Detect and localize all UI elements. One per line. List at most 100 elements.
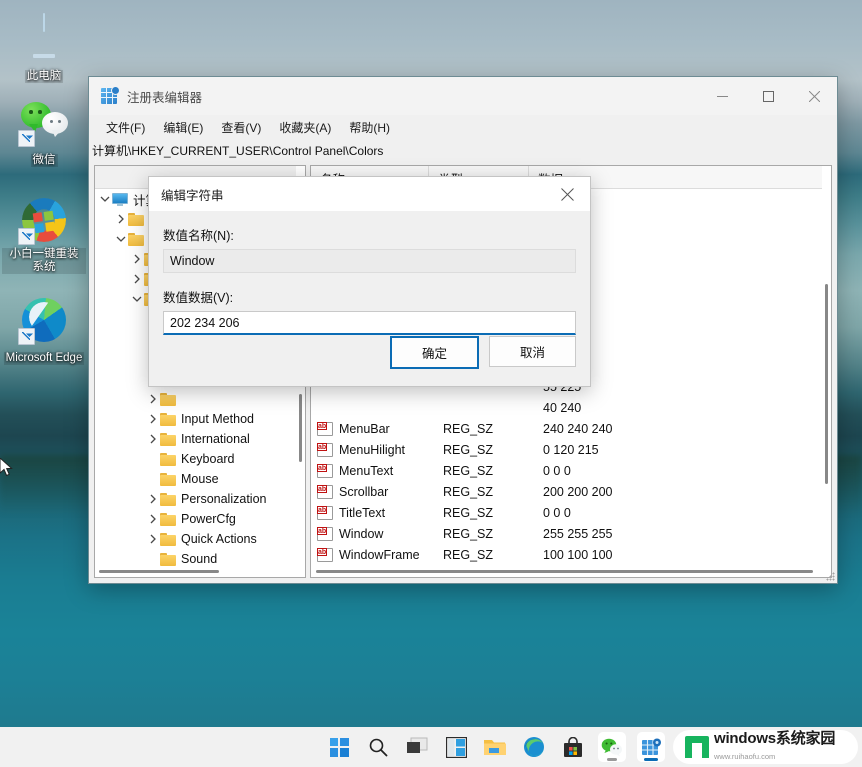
taskbar-item-task-view[interactable] bbox=[403, 732, 431, 762]
taskbar-item-wechat[interactable] bbox=[598, 732, 626, 762]
chevron-right-icon[interactable] bbox=[146, 534, 160, 544]
cancel-button[interactable]: 取消 bbox=[489, 336, 576, 367]
edge-icon bbox=[20, 296, 68, 344]
tree-node[interactable]: Quick Actions bbox=[95, 529, 296, 549]
maximize-button[interactable] bbox=[745, 77, 791, 115]
tree-node[interactable]: Keyboard bbox=[95, 449, 296, 469]
chevron-right-icon[interactable] bbox=[146, 494, 160, 504]
cell-data: 0 0 0 bbox=[543, 464, 831, 478]
mouse-cursor bbox=[0, 458, 13, 478]
chevron-right-icon[interactable] bbox=[146, 514, 160, 524]
list-horizontal-scrollbar[interactable] bbox=[311, 566, 831, 577]
desktop-icon-label: 此电脑 bbox=[25, 70, 64, 83]
ok-button[interactable]: 确定 bbox=[390, 336, 479, 369]
window-controls bbox=[699, 77, 837, 115]
minimize-button[interactable] bbox=[699, 77, 745, 115]
tree-node[interactable]: Mouse bbox=[95, 469, 296, 489]
taskbar-item-start[interactable] bbox=[325, 732, 353, 762]
chevron-down-icon[interactable] bbox=[98, 194, 112, 204]
running-indicator bbox=[607, 758, 617, 761]
desktop-icon-wechat[interactable]: 微信 bbox=[2, 98, 86, 168]
chevron-right-icon[interactable] bbox=[114, 214, 128, 224]
table-row[interactable]: ScrollbarREG_SZ200 200 200 bbox=[311, 481, 831, 502]
tree-node[interactable]: Input Method bbox=[95, 409, 296, 429]
cell-name: MenuText bbox=[339, 464, 443, 478]
taskbar-item-search[interactable] bbox=[364, 732, 392, 762]
cell-data: 0 120 215 bbox=[543, 443, 831, 457]
dialog-body: 数值名称(N): Window 数值数据(V): 202 234 206 bbox=[149, 211, 590, 335]
desktop-icon-xiaobai[interactable]: 小白一键重装系统 bbox=[2, 196, 86, 275]
cell-data: 0 0 0 bbox=[543, 506, 831, 520]
dialog-close-button[interactable] bbox=[545, 177, 590, 211]
dialog-buttons: 确定 取消 bbox=[390, 336, 576, 369]
table-row[interactable]: MenuHilightREG_SZ0 120 215 bbox=[311, 440, 831, 461]
close-button[interactable] bbox=[791, 77, 837, 115]
tree-node[interactable]: Personalization bbox=[95, 489, 296, 509]
watermark-url: www.ruihaofu.com bbox=[714, 752, 775, 761]
table-row[interactable]: MenuTextREG_SZ0 0 0 bbox=[311, 461, 831, 482]
tree-node[interactable]: International bbox=[95, 429, 296, 449]
tree-node-label: Input Method bbox=[181, 412, 254, 426]
cell-type: REG_SZ bbox=[443, 485, 543, 499]
table-row[interactable]: 40 240 bbox=[311, 398, 831, 419]
tree-node[interactable]: Sound bbox=[95, 549, 296, 566]
chevron-right-icon[interactable] bbox=[146, 434, 160, 444]
cell-type: REG_SZ bbox=[443, 422, 543, 436]
desktop-icon-edge[interactable]: Microsoft Edge bbox=[2, 296, 86, 366]
menu-item-edit[interactable]: 编辑(E) bbox=[154, 116, 212, 139]
tree-scroll-thumb[interactable] bbox=[299, 394, 302, 462]
tree-horizontal-scrollbar[interactable] bbox=[95, 566, 305, 577]
list-scroll-thumb[interactable] bbox=[825, 284, 828, 484]
taskbar-item-widgets[interactable] bbox=[442, 732, 470, 762]
chevron-down-icon[interactable] bbox=[114, 234, 128, 244]
cell-data: 100 100 100 bbox=[543, 548, 831, 562]
value-name-input[interactable]: Window bbox=[163, 249, 576, 273]
table-row[interactable]: TitleTextREG_SZ0 0 0 bbox=[311, 502, 831, 523]
menu-item-favorites[interactable]: 收藏夹(A) bbox=[270, 116, 340, 139]
address-bar[interactable]: 计算机\HKEY_CURRENT_USER\Control Panel\Colo… bbox=[89, 139, 837, 161]
taskbar-item-edge[interactable] bbox=[520, 732, 548, 762]
taskbar-item-file-explorer[interactable] bbox=[481, 732, 509, 762]
desktop-icon-this-pc[interactable]: 此电脑 bbox=[2, 14, 86, 84]
resize-grip[interactable] bbox=[826, 572, 835, 581]
menu-item-help[interactable]: 帮助(H) bbox=[340, 116, 399, 139]
search-icon bbox=[368, 737, 388, 757]
table-row[interactable]: WindowREG_SZ255 255 255 bbox=[311, 523, 831, 544]
chevron-right-icon[interactable] bbox=[130, 274, 144, 284]
watermark-title: windows系统家园 bbox=[714, 730, 835, 747]
value-data-input[interactable]: 202 234 206 bbox=[163, 311, 576, 335]
taskbar-item-microsoft-store[interactable] bbox=[559, 732, 587, 762]
taskbar-items bbox=[0, 727, 665, 767]
folder-icon bbox=[160, 413, 176, 426]
menu-item-file[interactable]: 文件(F) bbox=[97, 116, 154, 139]
folder-icon bbox=[128, 233, 144, 246]
table-row[interactable]: MenuBarREG_SZ240 240 240 bbox=[311, 419, 831, 440]
desktop-icon-label: Microsoft Edge bbox=[4, 352, 85, 365]
dialog-title: 编辑字符串 bbox=[161, 185, 224, 204]
tree-hscroll-thumb[interactable] bbox=[99, 570, 219, 573]
cell-data: 255 255 255 bbox=[543, 527, 831, 541]
chevron-right-icon[interactable] bbox=[146, 414, 160, 424]
tree-node-label: Sound bbox=[181, 552, 217, 566]
menu-item-view[interactable]: 查看(V) bbox=[212, 116, 270, 139]
chevron-right-icon[interactable] bbox=[146, 394, 160, 404]
regedit-icon bbox=[101, 88, 118, 105]
taskbar-item-regedit[interactable] bbox=[637, 732, 665, 762]
wechat-icon bbox=[20, 98, 68, 146]
cell-name: TitleText bbox=[339, 506, 443, 520]
regedit-icon bbox=[640, 737, 662, 758]
this-pc-icon bbox=[20, 14, 68, 62]
list-vertical-scrollbar[interactable] bbox=[822, 166, 831, 577]
tree-node-label: Mouse bbox=[181, 472, 219, 486]
list-hscroll-thumb[interactable] bbox=[316, 570, 813, 573]
chevron-down-icon[interactable] bbox=[130, 294, 144, 304]
chevron-right-icon[interactable] bbox=[130, 254, 144, 264]
folder-icon bbox=[160, 453, 176, 466]
tree-node[interactable]: PowerCfg bbox=[95, 509, 296, 529]
tree-node[interactable] bbox=[95, 389, 296, 409]
menu-bar: 文件(F) 编辑(E) 查看(V) 收藏夹(A) 帮助(H) bbox=[89, 115, 837, 139]
tree-node-label: Keyboard bbox=[181, 452, 235, 466]
table-row[interactable]: WindowFrameREG_SZ100 100 100 bbox=[311, 544, 831, 565]
running-indicator bbox=[644, 758, 658, 761]
string-value-icon bbox=[317, 506, 333, 520]
